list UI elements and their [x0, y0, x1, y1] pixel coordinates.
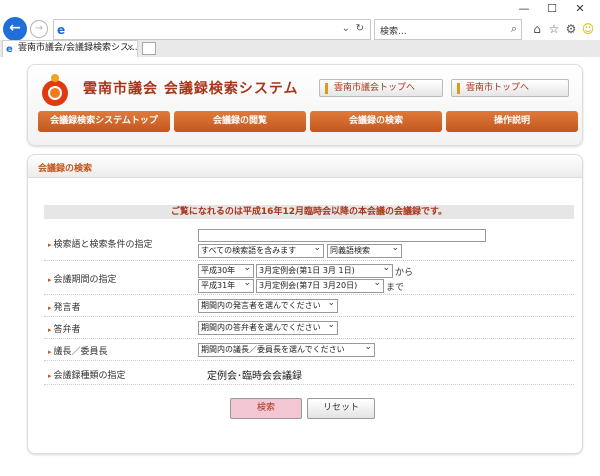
- speaker-select[interactable]: 期間内の発言者を選んでください: [198, 299, 338, 313]
- main-nav: 会議録検索システムトップ 会議録の閲覧 会議録の検索 操作説明: [38, 111, 578, 132]
- bullet-icon: ▸: [48, 241, 52, 249]
- synonym-select[interactable]: 同義語検索: [327, 244, 402, 258]
- arrow-right-icon: →: [34, 23, 44, 34]
- reset-button[interactable]: リセット: [307, 398, 375, 419]
- search-button[interactable]: 検索: [230, 398, 302, 419]
- respondent-label: ▸ 答弁者: [48, 322, 81, 335]
- close-tab-icon[interactable]: ×: [126, 41, 134, 56]
- search-panel: 会議録の検索 ご覧になれるのは平成16年12月臨時会以降の本会議の会議録です。 …: [27, 154, 583, 454]
- chair-label-text: 議長／委員長: [53, 347, 108, 357]
- back-button[interactable]: ←: [3, 17, 27, 41]
- meeting-type-value: 定例会･臨時会会議録: [207, 371, 302, 382]
- bullet-icon: ▸: [48, 348, 52, 356]
- respondent-row: ▸ 答弁者 期間内の答弁者を選んでください: [44, 317, 574, 339]
- meeting-type-row: ▸ 会議録種類の指定 定例会･臨時会会議録: [44, 361, 574, 385]
- condition-select[interactable]: すべての検索語を含みます: [198, 244, 324, 258]
- search-placeholder: 検索...: [380, 27, 407, 37]
- nav-search[interactable]: 会議録の検索: [310, 111, 442, 132]
- meeting-type-label-text: 会議録種類の指定: [53, 371, 126, 381]
- ie-page-icon: e: [57, 23, 66, 37]
- nav-search-top[interactable]: 会議録検索システムトップ: [38, 111, 170, 132]
- bullet-icon: ▸: [48, 372, 52, 380]
- tab-row: e 雲南市議会/会議録検索シス... ×: [0, 40, 600, 57]
- assembly-top-label: 雲南市議会トップへ: [334, 83, 416, 93]
- browser-search-input[interactable]: 検索... ⌕: [374, 19, 522, 40]
- arrow-left-icon: ←: [9, 20, 21, 36]
- city-top-link[interactable]: 雲南市トップへ: [451, 79, 569, 97]
- to-year-select[interactable]: 平成31年: [198, 279, 254, 293]
- forward-button[interactable]: →: [30, 20, 48, 38]
- chair-label: ▸ 議長／委員長: [48, 344, 108, 357]
- respondent-label-text: 答弁者: [53, 325, 81, 335]
- chair-row: ▸ 議長／委員長 期間内の議長／委員長を選んでください: [44, 339, 574, 361]
- to-session-select[interactable]: 3月定例会(第7日 3月20日): [256, 279, 384, 293]
- link-marker-icon: [325, 83, 328, 94]
- page-content: 雲南市議会 会議録検索システム 雲南市議会トップへ 雲南市トップへ 会議録検索シ…: [0, 57, 600, 476]
- search-icon[interactable]: ⌕: [511, 22, 517, 36]
- from-suffix: から: [395, 268, 414, 278]
- period-row: ▸会議期間の指定 平成30年 3月定例会(第1日 3月 1日) から 平成31年…: [44, 261, 574, 295]
- to-suffix: まで: [386, 283, 405, 293]
- meeting-type-label: ▸ 会議録種類の指定: [48, 368, 126, 381]
- speaker-label-text: 発言者: [53, 303, 81, 313]
- speaker-label: ▸ 発言者: [48, 300, 81, 313]
- bullet-icon: ▸: [48, 276, 52, 284]
- period-label-text: 会議期間の指定: [53, 275, 117, 285]
- keyword-input[interactable]: [198, 229, 486, 242]
- tab-title: 雲南市議会/会議録検索シス...: [18, 43, 138, 53]
- star-icon[interactable]: ☆: [547, 22, 561, 36]
- period-label: ▸ 会議期間の指定: [48, 272, 117, 285]
- from-session-select[interactable]: 3月定例会(第1日 3月 1日): [256, 264, 393, 278]
- bullet-icon: ▸: [48, 326, 52, 334]
- nav-help[interactable]: 操作説明: [446, 111, 578, 132]
- speaker-row: ▸ 発言者 期間内の発言者を選んでください: [44, 295, 574, 317]
- site-header: 雲南市議会 会議録検索システム 雲南市議会トップへ 雲南市トップへ 会議録検索シ…: [27, 64, 583, 146]
- browser-tab-active[interactable]: e 雲南市議会/会議録検索シス... ×: [2, 40, 138, 57]
- city-top-label: 雲南市トップへ: [466, 83, 530, 93]
- toolbar-icons: ⌂ ☆ ⚙ ☺: [530, 22, 595, 36]
- browser-chrome: — ☐ ✕ ← → e ⌄ ↻ 検索... ⌕ ⌂ ☆ ⚙ ☺ e 雲南市議会/…: [0, 0, 600, 57]
- ie-tab-icon: e: [6, 44, 13, 55]
- smiley-icon[interactable]: ☺: [581, 22, 595, 36]
- panel-header: 会議録の検索: [28, 155, 582, 178]
- refresh-icon[interactable]: ↻: [356, 23, 364, 34]
- keyword-row: ▸検索語と検索条件の指定 すべての検索語を含みます 同義語検索: [44, 227, 574, 261]
- link-marker-icon: [457, 83, 460, 94]
- new-tab-button[interactable]: [142, 42, 156, 55]
- availability-notice: ご覧になれるのは平成16年12月臨時会以降の本会議の会議録です。: [44, 205, 574, 219]
- gear-icon[interactable]: ⚙: [564, 22, 578, 36]
- keyword-label-text: 検索語と検索条件の指定: [53, 240, 153, 250]
- site-title: 雲南市議会 会議録検索システム: [83, 81, 299, 97]
- address-dropdown-icon[interactable]: ⌄: [342, 23, 350, 34]
- from-year-select[interactable]: 平成30年: [198, 264, 254, 278]
- browser-navbar: ← → e ⌄ ↻ 検索... ⌕ ⌂ ☆ ⚙ ☺: [0, 14, 600, 41]
- city-logo: [42, 74, 68, 106]
- chair-select[interactable]: 期間内の議長／委員長を選んでください: [198, 343, 375, 357]
- panel-title: 会議録の検索: [38, 164, 93, 174]
- assembly-top-link[interactable]: 雲南市議会トップへ: [319, 79, 443, 97]
- keyword-label: ▸ 検索語と検索条件の指定: [48, 237, 153, 250]
- home-icon[interactable]: ⌂: [530, 22, 544, 36]
- respondent-select[interactable]: 期間内の答弁者を選んでください: [198, 321, 338, 335]
- nav-browse[interactable]: 会議録の閲覧: [174, 111, 306, 132]
- address-bar[interactable]: e ⌄ ↻: [53, 19, 371, 40]
- bullet-icon: ▸: [48, 304, 52, 312]
